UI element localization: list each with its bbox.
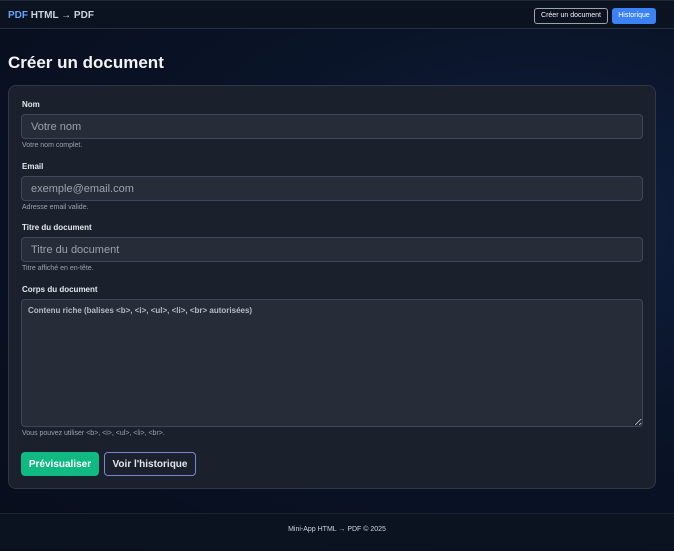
preview-button[interactable]: Prévisualiser — [21, 452, 99, 476]
body-help-text: Vous pouvez utiliser <b>, <i>, <ul>, <li… — [22, 430, 165, 437]
brand-logo[interactable]: PDF HTML → PDF — [8, 10, 94, 21]
footer: Mini-App HTML → PDF © 2025 — [0, 513, 674, 549]
page-title: Créer un document — [8, 53, 164, 72]
view-history-button[interactable]: Voir l'historique — [104, 452, 196, 476]
doc-title-label: Titre du document — [22, 223, 92, 232]
body-textarea[interactable] — [21, 299, 643, 427]
document-form-card: Nom Votre nom complet. Email Adresse ema… — [8, 85, 656, 489]
footer-text: Mini-App HTML → PDF © 2025 — [288, 526, 386, 533]
doc-title-input[interactable] — [21, 237, 643, 262]
brand-accent: PDF — [8, 10, 28, 21]
email-help-text: Adresse email valide. — [22, 204, 89, 211]
name-help-text: Votre nom complet. — [22, 142, 83, 149]
email-input[interactable] — [21, 176, 643, 201]
body-label: Corps du document — [22, 285, 98, 294]
top-navbar: PDF HTML → PDF Créer un document Histori… — [0, 0, 674, 29]
nav-create-document-button[interactable]: Créer un document — [534, 8, 608, 24]
brand-name: HTML → PDF — [28, 10, 94, 21]
name-input[interactable] — [21, 114, 643, 139]
nav-history-button[interactable]: Historique — [612, 8, 656, 24]
name-label: Nom — [22, 100, 40, 109]
doc-title-help-text: Titre affiché en en-tête. — [22, 265, 94, 272]
email-label: Email — [22, 162, 44, 171]
